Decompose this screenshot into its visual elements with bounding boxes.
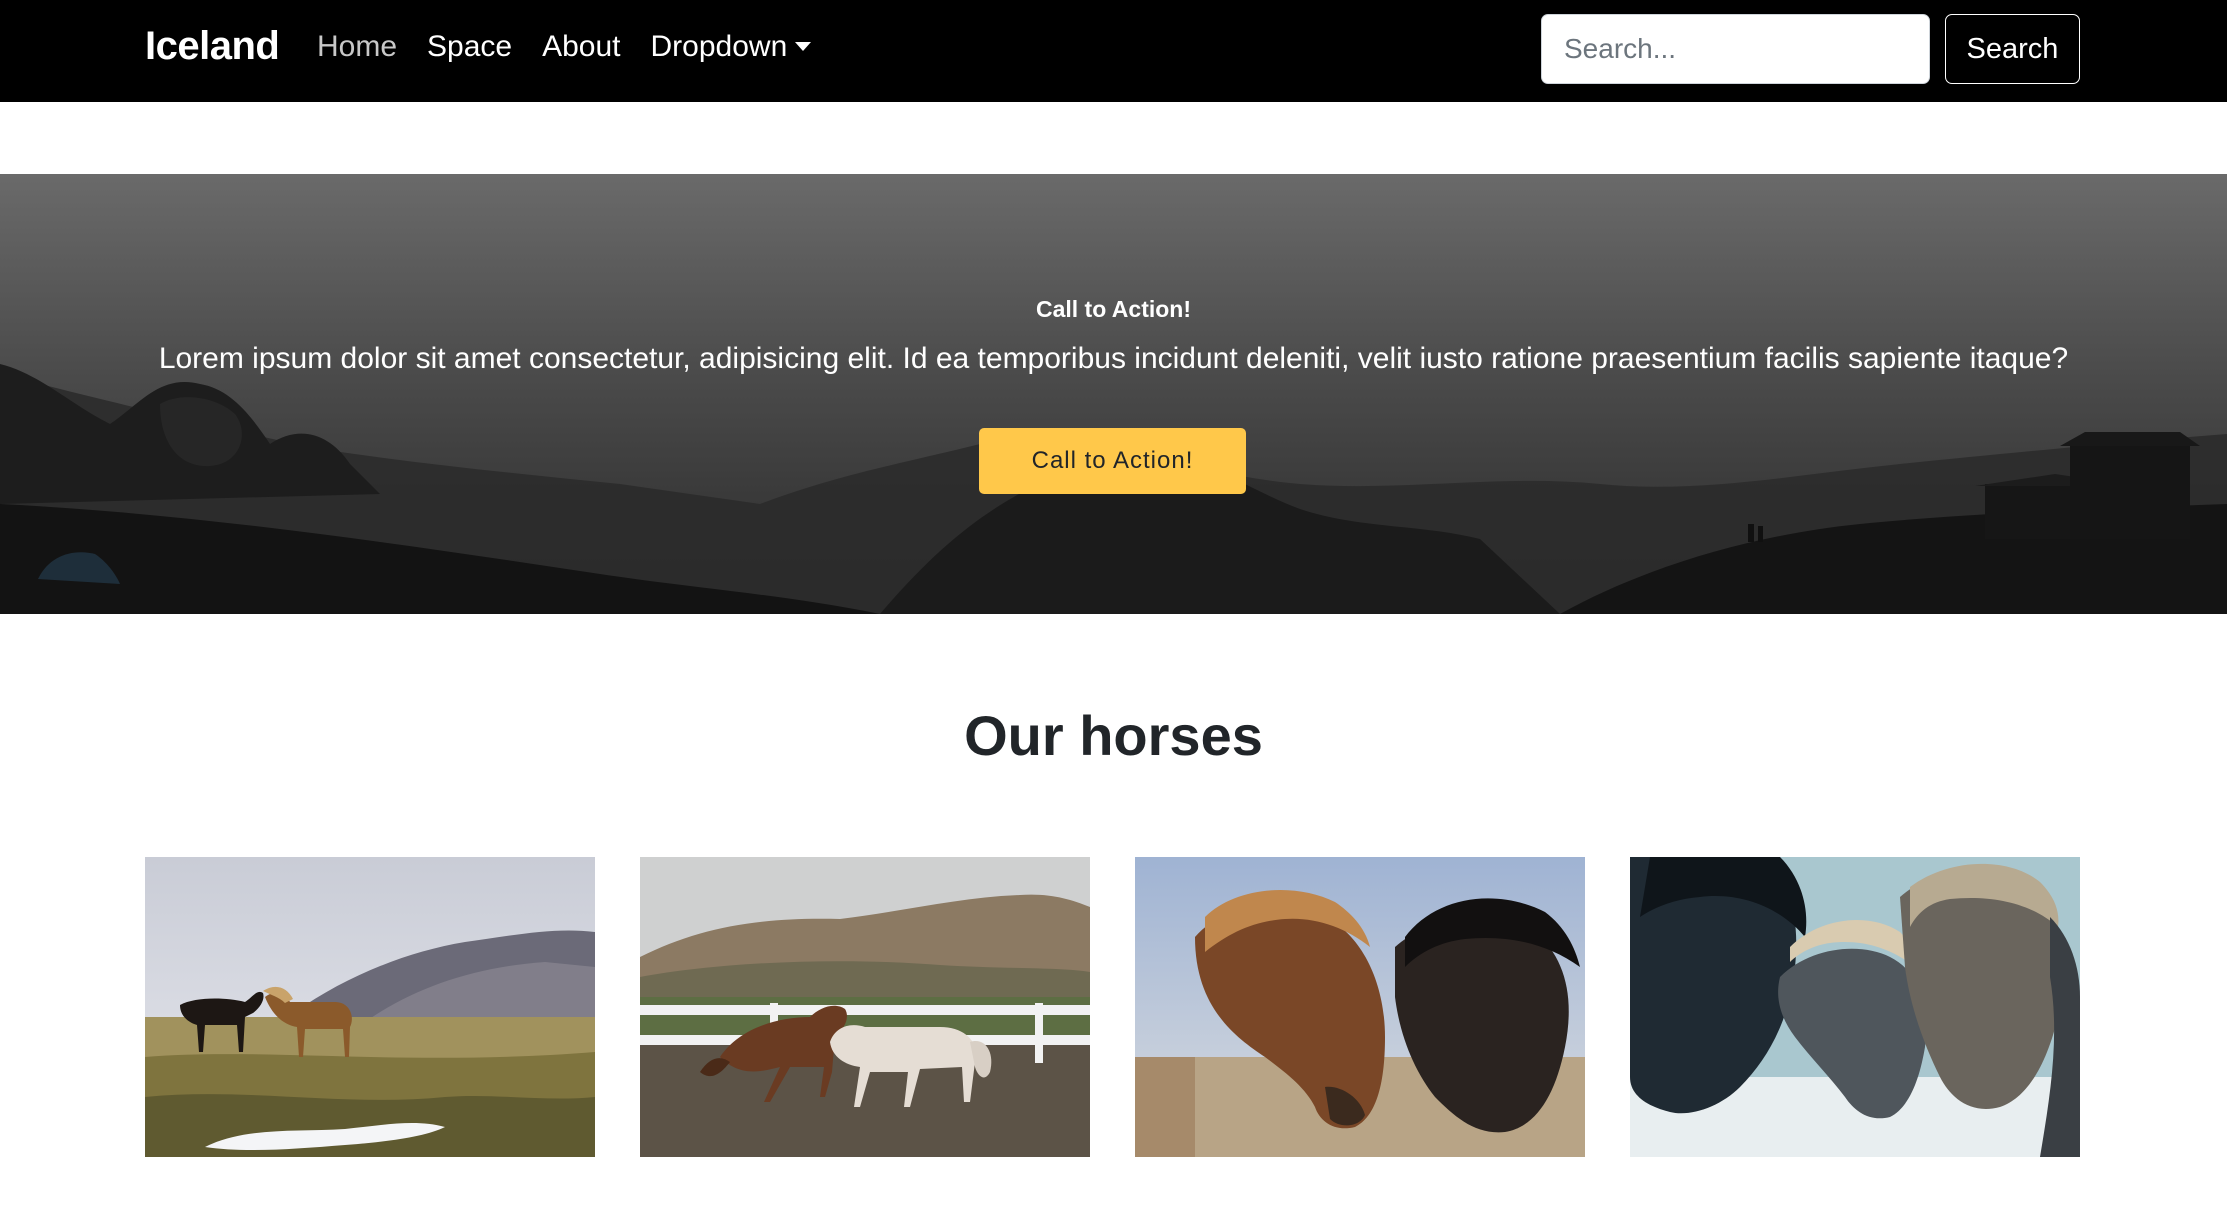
hero-text: Lorem ipsum dolor sit amet consectetur, … [158, 342, 2069, 375]
horse-photo-closeup [1135, 857, 1585, 1157]
nav-link-space[interactable]: Space [427, 30, 512, 64]
nav-dropdown-label: Dropdown [650, 30, 788, 63]
horse-photo-snow [1630, 857, 2080, 1157]
hero-eyebrow: Call to Action! [1035, 296, 1192, 322]
horse-image-3[interactable] [1135, 857, 1585, 1157]
nav-dropdown-toggle[interactable]: Dropdown [651, 30, 812, 64]
search-input[interactable] [1541, 14, 1930, 84]
caret-down-icon [795, 42, 812, 51]
horse-photo-meadow [145, 857, 595, 1157]
horse-image-2[interactable] [640, 857, 1090, 1157]
navbar: Iceland Home Space About Dropdown Search [0, 0, 2227, 102]
horse-photo-paddock [640, 857, 1090, 1157]
nav-link-home[interactable]: Home [317, 30, 397, 64]
cta-button[interactable]: Call to Action! [979, 428, 1246, 494]
nav-link-about[interactable]: About [542, 30, 620, 64]
horse-image-4[interactable] [1630, 857, 2080, 1157]
navbar-brand[interactable]: Iceland [145, 24, 280, 69]
hero-background-image [0, 174, 2227, 614]
horse-image-1[interactable] [145, 857, 595, 1157]
nav-links: Home Space About Dropdown [317, 30, 841, 64]
search-button[interactable]: Search [1945, 14, 2080, 84]
section-title: Our horses [964, 704, 1263, 767]
hero-banner: Call to Action! Lorem ipsum dolor sit am… [0, 174, 2227, 614]
